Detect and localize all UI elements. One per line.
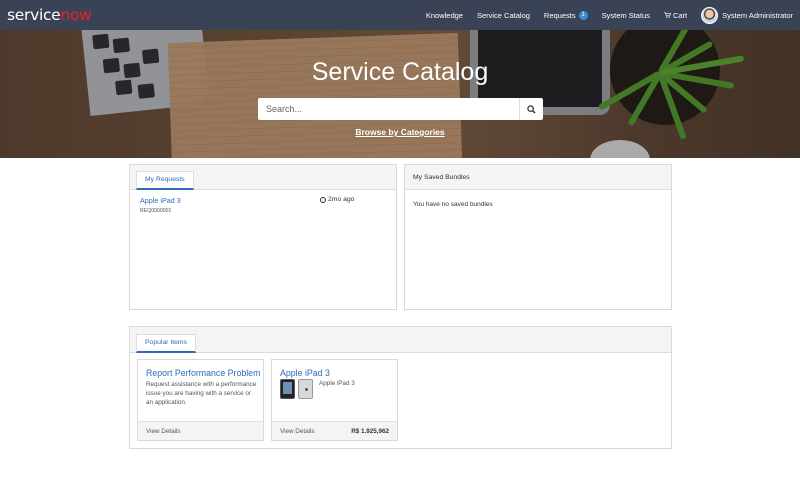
logo-text-service: service	[7, 6, 61, 24]
popular-item-footer: View Details R$ 1.925,962	[272, 421, 397, 440]
nav-user-label: System Administrator	[722, 10, 793, 20]
cart-icon	[664, 12, 671, 18]
nav-user-menu[interactable]: System Administrator	[701, 6, 793, 24]
nav-requests[interactable]: Requests 1	[543, 10, 588, 20]
popular-item-footer: View Details	[138, 421, 263, 440]
saved-bundles-empty-text: You have no saved bundles	[413, 201, 493, 208]
saved-bundles-panel: My Saved Bundles You have no saved bundl…	[404, 164, 672, 310]
nav-cart-label: Cart	[672, 10, 688, 20]
nav-system-status[interactable]: System Status	[602, 11, 650, 20]
hero-title: Service Catalog	[311, 58, 489, 86]
popular-item-description: Request assistance with a performance is…	[146, 381, 257, 406]
catalog-search-box	[258, 98, 543, 120]
nav-status-label: System Status	[601, 10, 650, 20]
hero-banner: Service Catalog Browse by Categories	[0, 30, 800, 158]
search-button[interactable]	[519, 98, 543, 120]
item-price: R$ 1.925,962	[351, 428, 389, 435]
nav-knowledge-label: Knowledge	[425, 10, 463, 20]
my-requests-header: My Requests	[130, 165, 396, 190]
popular-items-header: Popular Items	[130, 327, 671, 353]
view-details-link[interactable]: View Details	[146, 428, 181, 435]
nav-cart[interactable]: Cart	[664, 11, 687, 20]
popular-item-title[interactable]: Report Performance Problem	[146, 368, 260, 378]
saved-bundles-title: My Saved Bundles	[413, 174, 470, 181]
servicenow-logo[interactable]: servicenow	[7, 6, 92, 24]
requests-count-badge: 1	[578, 10, 588, 20]
popular-item-card[interactable]: Apple iPad 3 Apple iPad 3 View Details R…	[271, 359, 398, 441]
browse-by-categories-link[interactable]: Browse by Categories	[0, 127, 800, 137]
request-number: REQ0000001	[140, 208, 172, 214]
nav-requests-label: Requests	[543, 10, 576, 20]
nav-knowledge[interactable]: Knowledge	[426, 11, 463, 20]
ipad-image-black	[280, 379, 295, 399]
view-details-link[interactable]: View Details	[280, 428, 315, 435]
popular-item-description: Apple iPad 3	[319, 380, 355, 387]
clock-icon	[320, 196, 326, 203]
catalog-search-input[interactable]	[258, 98, 519, 120]
ipad-image-silver	[298, 379, 313, 399]
tab-my-requests[interactable]: My Requests	[136, 171, 194, 190]
logo-text-now: now	[60, 6, 92, 24]
my-requests-panel: My Requests Apple iPad 3 REQ0000001 2mo …	[129, 164, 397, 310]
popular-items-panel: Popular Items Report Performance Problem…	[129, 326, 672, 449]
request-time: 2mo ago	[320, 196, 354, 203]
search-icon	[527, 104, 536, 114]
nav-links: Knowledge Service Catalog Requests 1 Sys…	[412, 0, 793, 30]
popular-item-card[interactable]: Report Performance Problem Request assis…	[137, 359, 264, 441]
saved-bundles-header: My Saved Bundles	[405, 165, 671, 190]
tab-popular-items[interactable]: Popular Items	[136, 334, 196, 353]
nav-catalog-label: Service Catalog	[476, 10, 530, 20]
popular-item-title[interactable]: Apple iPad 3	[280, 368, 330, 378]
user-avatar	[701, 6, 719, 24]
top-navbar: servicenow Knowledge Service Catalog Req…	[0, 0, 800, 30]
request-time-label: 2mo ago	[328, 196, 355, 203]
request-row[interactable]: Apple iPad 3 REQ0000001 2mo ago	[140, 196, 390, 214]
nav-service-catalog[interactable]: Service Catalog	[477, 11, 530, 20]
